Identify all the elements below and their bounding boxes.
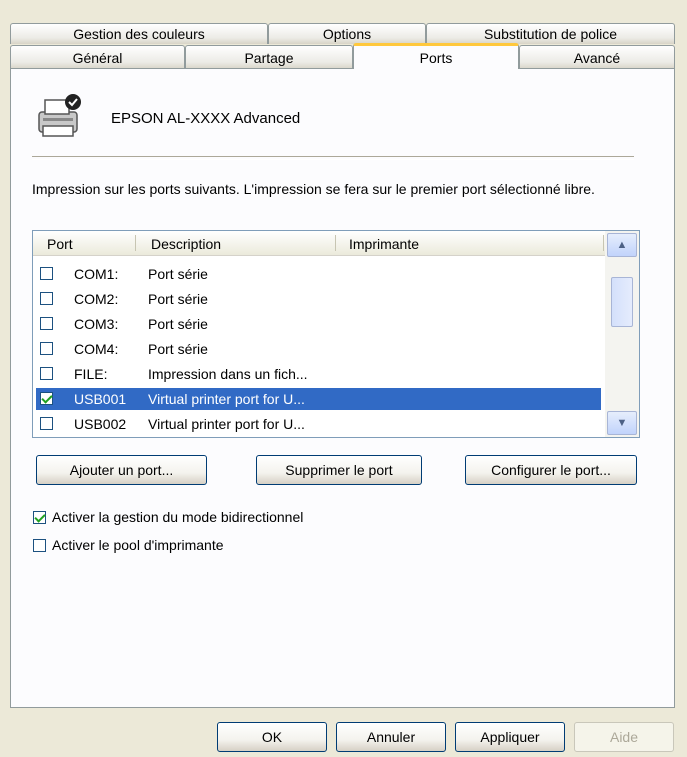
port-description: Virtual printer port for U... [148,416,305,432]
tab-font-substitution[interactable]: Substitution de police [426,23,675,44]
port-checkbox[interactable] [40,392,53,405]
tab-options[interactable]: Options [268,23,426,44]
tab-label: Ports [419,49,453,66]
list-item[interactable]: COM1: Port série [36,263,601,285]
port-checkbox[interactable] [40,292,53,305]
list-item[interactable]: COM3: Port série [36,313,601,335]
port-checkbox[interactable] [40,267,53,280]
port-name: USB001 [74,391,127,407]
instructions-text: Impression sur les ports suivants. L'imp… [32,181,595,197]
port-name: COM4: [74,341,119,357]
delete-port-button[interactable]: Supprimer le port [256,455,422,485]
chevron-down-icon: ▼ [616,417,628,429]
port-description: Port série [148,291,208,307]
tab-label: Avancé [573,49,621,66]
list-item[interactable]: FILE: Impression dans un fich... [36,363,601,385]
ports-list[interactable]: Port Description Imprimante COM1: Port s… [32,230,640,438]
configure-port-button[interactable]: Configurer le port... [465,455,637,485]
printer-icon [35,92,85,140]
help-button: Aide [574,722,674,752]
tab-label: Gestion des couleurs [73,26,205,42]
tab-general[interactable]: Général [10,45,185,69]
bidirectional-option[interactable]: Activer la gestion du mode bidirectionne… [33,509,303,525]
list-item-selected[interactable]: USB001 Virtual printer port for U... [36,388,601,410]
port-checkbox[interactable] [40,367,53,380]
port-name: USB002 [74,416,127,432]
list-header: Port Description Imprimante [33,231,605,256]
list-item[interactable]: COM4: Port série [36,338,601,360]
port-name: COM3: [74,316,119,332]
list-item[interactable]: COM2: Port série [36,288,601,310]
column-header-port[interactable]: Port [47,236,73,252]
list-scrollbar[interactable]: ▲ ▼ [605,231,639,437]
port-description: Virtual printer port for U... [148,391,305,407]
tab-sharing[interactable]: Partage [185,45,353,69]
port-checkbox[interactable] [40,417,53,430]
scroll-thumb[interactable] [611,277,633,327]
tab-ports[interactable]: Ports [353,43,519,69]
tab-label: Options [322,26,372,42]
cancel-button[interactable]: Annuler [336,722,446,752]
tab-color-management[interactable]: Gestion des couleurs [10,23,268,44]
pool-option[interactable]: Activer le pool d'imprimante [33,537,224,553]
pool-label: Activer le pool d'imprimante [52,537,224,553]
tab-label: Partage [244,49,294,66]
tab-label: Substitution de police [483,26,618,42]
apply-button[interactable]: Appliquer [455,722,565,752]
chevron-up-icon: ▲ [616,239,628,251]
ok-button[interactable]: OK [217,722,327,752]
tab-advanced[interactable]: Avancé [519,45,675,69]
scroll-up-button[interactable]: ▲ [607,233,637,257]
pool-checkbox[interactable] [33,538,46,552]
port-description: Port série [148,341,208,357]
tab-label: Général [72,49,123,66]
add-port-button[interactable]: Ajouter un port... [36,455,207,485]
port-description: Port série [148,316,208,332]
column-header-description[interactable]: Description [151,236,221,252]
port-checkbox[interactable] [40,342,53,355]
port-description: Impression dans un fich... [148,366,308,382]
port-name: FILE: [74,366,108,382]
column-header-printer[interactable]: Imprimante [349,236,419,252]
bidirectional-checkbox[interactable] [33,510,46,524]
list-item[interactable]: USB002 Virtual printer port for U... [36,413,601,435]
printer-name: EPSON AL-XXXX Advanced [111,110,301,127]
port-description: Port série [148,266,208,282]
port-checkbox[interactable] [40,317,53,330]
port-name: COM1: [74,266,119,282]
bidirectional-label: Activer la gestion du mode bidirectionne… [52,509,304,525]
scroll-down-button[interactable]: ▼ [607,411,637,435]
separator [32,156,634,160]
port-name: COM2: [74,291,119,307]
